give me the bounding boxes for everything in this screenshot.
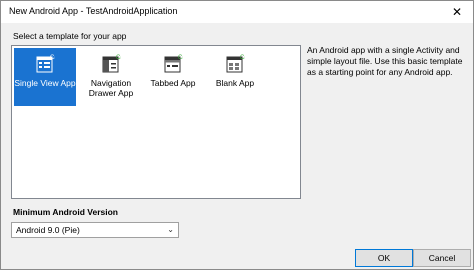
tabbed-app-icon: C#: [164, 55, 183, 73]
title-bar: New Android App - TestAndroidApplication…: [1, 1, 473, 23]
template-description: An Android app with a single Activity an…: [307, 45, 463, 77]
cancel-button[interactable]: Cancel: [413, 249, 471, 267]
svg-text:C#: C#: [50, 55, 55, 61]
template-navigation-drawer-app[interactable]: C# Navigation Drawer App: [80, 48, 142, 106]
single-view-app-icon: C#: [36, 55, 55, 73]
navigation-drawer-app-icon: C#: [102, 55, 121, 73]
template-label: Single View App: [14, 78, 76, 88]
template-single-view-app[interactable]: C# Single View App: [14, 48, 76, 106]
template-list: C# Single View App C# Navigation Drawer …: [11, 45, 301, 199]
ok-button[interactable]: OK: [355, 249, 413, 267]
template-blank-app[interactable]: C# Blank App: [204, 48, 266, 106]
template-label: Tabbed App: [150, 78, 196, 88]
template-section-label: Select a template for your app: [13, 31, 127, 41]
min-version-value: Android 9.0 (Pie): [16, 225, 80, 235]
new-android-app-dialog: New Android App - TestAndroidApplication…: [0, 0, 474, 270]
svg-text:C#: C#: [116, 55, 121, 61]
min-version-label: Minimum Android Version: [13, 207, 118, 217]
template-tabbed-app[interactable]: C# Tabbed App: [142, 48, 204, 106]
svg-text:C#: C#: [240, 55, 245, 61]
chevron-down-icon: ⌄: [167, 225, 174, 234]
window-title: New Android App - TestAndroidApplication: [9, 6, 178, 16]
close-icon[interactable]: ✕: [449, 4, 465, 20]
blank-app-icon: C#: [226, 55, 245, 73]
template-label: Blank App: [215, 78, 255, 88]
template-label: Navigation Drawer App: [88, 78, 134, 98]
svg-text:C#: C#: [178, 55, 183, 61]
min-version-dropdown[interactable]: Android 9.0 (Pie) ⌄: [11, 222, 179, 238]
